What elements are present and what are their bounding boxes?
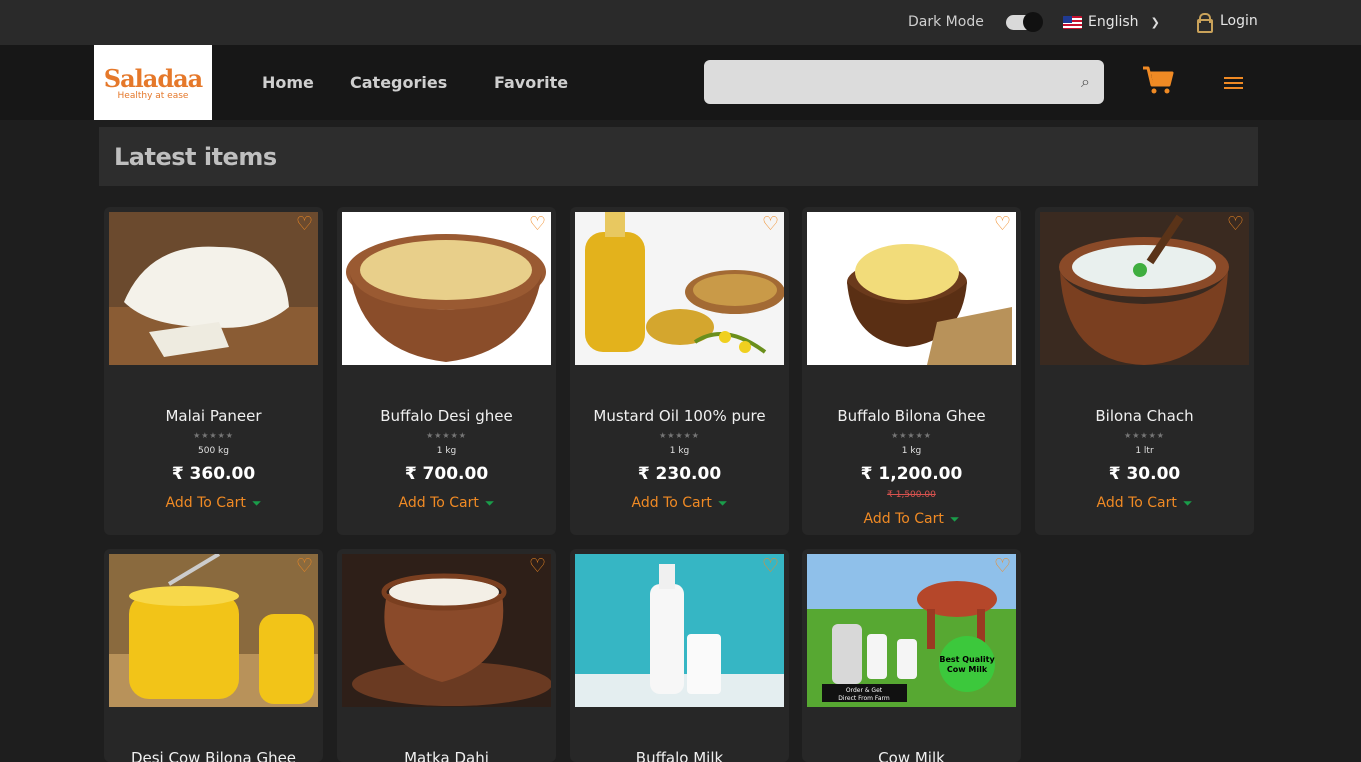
language-selector[interactable]: English ❯: [1063, 14, 1160, 30]
favorite-heart-icon[interactable]: ♡: [994, 557, 1011, 576]
nav-favorite[interactable]: Favorite: [494, 73, 568, 92]
product-price: ₹ 1,200.00: [860, 464, 963, 484]
logo-tagline: Healthy at ease: [117, 91, 189, 101]
login-label: Login: [1220, 13, 1258, 29]
product-unit: 500 kg: [198, 446, 229, 456]
add-to-cart-button[interactable]: Add To Cart ⏷: [337, 495, 556, 511]
product-image[interactable]: Best Quality Cow Milk Order & Get Direct Fr…: [807, 554, 1016, 707]
logo-text: Saladaa: [103, 64, 203, 93]
product-card[interactable]: ♡ Bilona Chach ★★★★★ 1 ltr ₹ 30.00 Add T…: [1035, 207, 1254, 535]
add-to-cart-label: Add To Cart: [165, 495, 246, 511]
us-flag-icon: [1063, 15, 1082, 29]
product-card[interactable]: ♡ Matka Dahi: [337, 549, 556, 762]
favorite-heart-icon[interactable]: ♡: [762, 215, 779, 234]
product-unit: 1 kg: [901, 446, 922, 456]
top-bar: Dark Mode English ❯ Login: [0, 0, 1361, 45]
nav-categories[interactable]: Categories: [350, 73, 447, 92]
favorite-heart-icon[interactable]: ♡: [296, 557, 313, 576]
add-to-cart-label: Add To Cart: [631, 495, 712, 511]
cart-icon[interactable]: [1142, 65, 1174, 101]
nav-home[interactable]: Home: [262, 73, 314, 92]
product-unit: 1 kg: [669, 446, 690, 456]
dark-mode-label: Dark Mode: [908, 14, 984, 30]
original-price: ₹ 1,500.00: [887, 490, 936, 500]
favorite-heart-icon[interactable]: ♡: [296, 215, 313, 234]
product-image[interactable]: [342, 212, 551, 365]
cart-mini-icon: ⏷: [717, 496, 728, 510]
add-to-cart-label: Add To Cart: [1096, 495, 1177, 511]
product-name[interactable]: Bilona Chach: [1035, 407, 1254, 425]
add-to-cart-button[interactable]: Add To Cart ⏷: [802, 511, 1021, 527]
product-name[interactable]: Buffalo Milk: [570, 749, 789, 762]
add-to-cart-button[interactable]: Add To Cart ⏷: [1035, 495, 1254, 511]
product-card[interactable]: ♡ Desi Cow Bilona Ghee: [104, 549, 323, 762]
favorite-heart-icon[interactable]: ♡: [529, 215, 546, 234]
favorite-heart-icon[interactable]: ♡: [529, 557, 546, 576]
toggle-knob: [1023, 12, 1043, 32]
favorite-heart-icon[interactable]: ♡: [1227, 215, 1244, 234]
banner-line-1: Order & Get: [846, 687, 883, 694]
product-name[interactable]: Matka Dahi: [337, 749, 556, 762]
add-to-cart-button[interactable]: Add To Cart ⏷: [104, 495, 323, 511]
product-unit: 1 ltr: [1135, 446, 1154, 456]
product-card[interactable]: ♡ Buffalo Bilona Ghee ★★★★★ 1 kg ₹ 1,200…: [802, 207, 1021, 535]
product-card[interactable]: ♡ Buffalo Milk: [570, 549, 789, 762]
product-name[interactable]: Mustard Oil 100% pure: [570, 407, 789, 425]
product-name[interactable]: Desi Cow Bilona Ghee: [104, 749, 323, 762]
search-input[interactable]: [704, 60, 1104, 104]
product-card[interactable]: ♡ Buffalo Desi ghee ★★★★★ 1 kg ₹ 700.00 …: [337, 207, 556, 535]
product-card[interactable]: ♡ Mustard Oil 100% pure ★★★★★ 1 kg ₹ 230…: [570, 207, 789, 535]
section-title: Latest items: [99, 127, 1258, 186]
product-image[interactable]: [109, 212, 318, 365]
badge-line-1: Best Quality: [939, 655, 995, 664]
badge-line-2: Cow Milk: [947, 665, 988, 674]
product-image[interactable]: [1040, 212, 1249, 365]
language-label: English: [1088, 14, 1139, 30]
cart-mini-icon: ⏷: [1182, 496, 1193, 510]
cart-mini-icon: ⏷: [251, 496, 262, 510]
rating-stars: ★★★★★: [659, 431, 700, 440]
cart-mini-icon: ⏷: [949, 512, 960, 526]
product-price: ₹ 360.00: [171, 464, 256, 484]
rating-stars: ★★★★★: [891, 431, 932, 440]
add-to-cart-label: Add To Cart: [398, 495, 479, 511]
hamburger-menu-icon[interactable]: [1224, 77, 1243, 89]
product-name[interactable]: Cow Milk: [802, 749, 1021, 762]
cart-mini-icon: ⏷: [484, 496, 495, 510]
product-name[interactable]: Buffalo Bilona Ghee: [802, 407, 1021, 425]
product-name[interactable]: Buffalo Desi ghee: [337, 407, 556, 425]
add-to-cart-button[interactable]: Add To Cart ⏷: [570, 495, 789, 511]
product-price: ₹ 30.00: [1108, 464, 1181, 484]
product-image[interactable]: [109, 554, 318, 707]
search-box: ⌕: [704, 60, 1104, 104]
add-to-cart-label: Add To Cart: [863, 511, 944, 527]
favorite-heart-icon[interactable]: ♡: [762, 557, 779, 576]
lock-icon: [1196, 13, 1213, 33]
product-card[interactable]: ♡ Malai Paneer ★★★★★ 500 kg ₹ 360.00 Add…: [104, 207, 323, 535]
product-image[interactable]: [807, 212, 1016, 365]
banner-line-2: Direct From Farm: [838, 695, 890, 702]
chevron-down-icon: ❯: [1150, 15, 1160, 29]
rating-stars: ★★★★★: [1124, 431, 1165, 440]
product-price: ₹ 230.00: [637, 464, 722, 484]
dark-mode-toggle[interactable]: [1006, 12, 1043, 32]
brand-logo[interactable]: Saladaa Healthy at ease: [94, 45, 212, 120]
product-image[interactable]: [342, 554, 551, 707]
product-card[interactable]: Best Quality Cow Milk Order & Get Direct Fr…: [802, 549, 1021, 762]
search-icon[interactable]: ⌕: [1081, 72, 1090, 92]
rating-stars: ★★★★★: [426, 431, 467, 440]
main-navbar: Saladaa Healthy at ease Home Categories …: [0, 45, 1361, 120]
rating-stars: ★★★★★: [193, 431, 234, 440]
product-name[interactable]: Malai Paneer: [104, 407, 323, 425]
favorite-heart-icon[interactable]: ♡: [994, 215, 1011, 234]
product-unit: 1 kg: [436, 446, 457, 456]
product-image[interactable]: [575, 212, 784, 365]
login-link[interactable]: Login: [1196, 13, 1258, 33]
product-price: ₹ 700.00: [404, 464, 489, 484]
product-image[interactable]: [575, 554, 784, 707]
